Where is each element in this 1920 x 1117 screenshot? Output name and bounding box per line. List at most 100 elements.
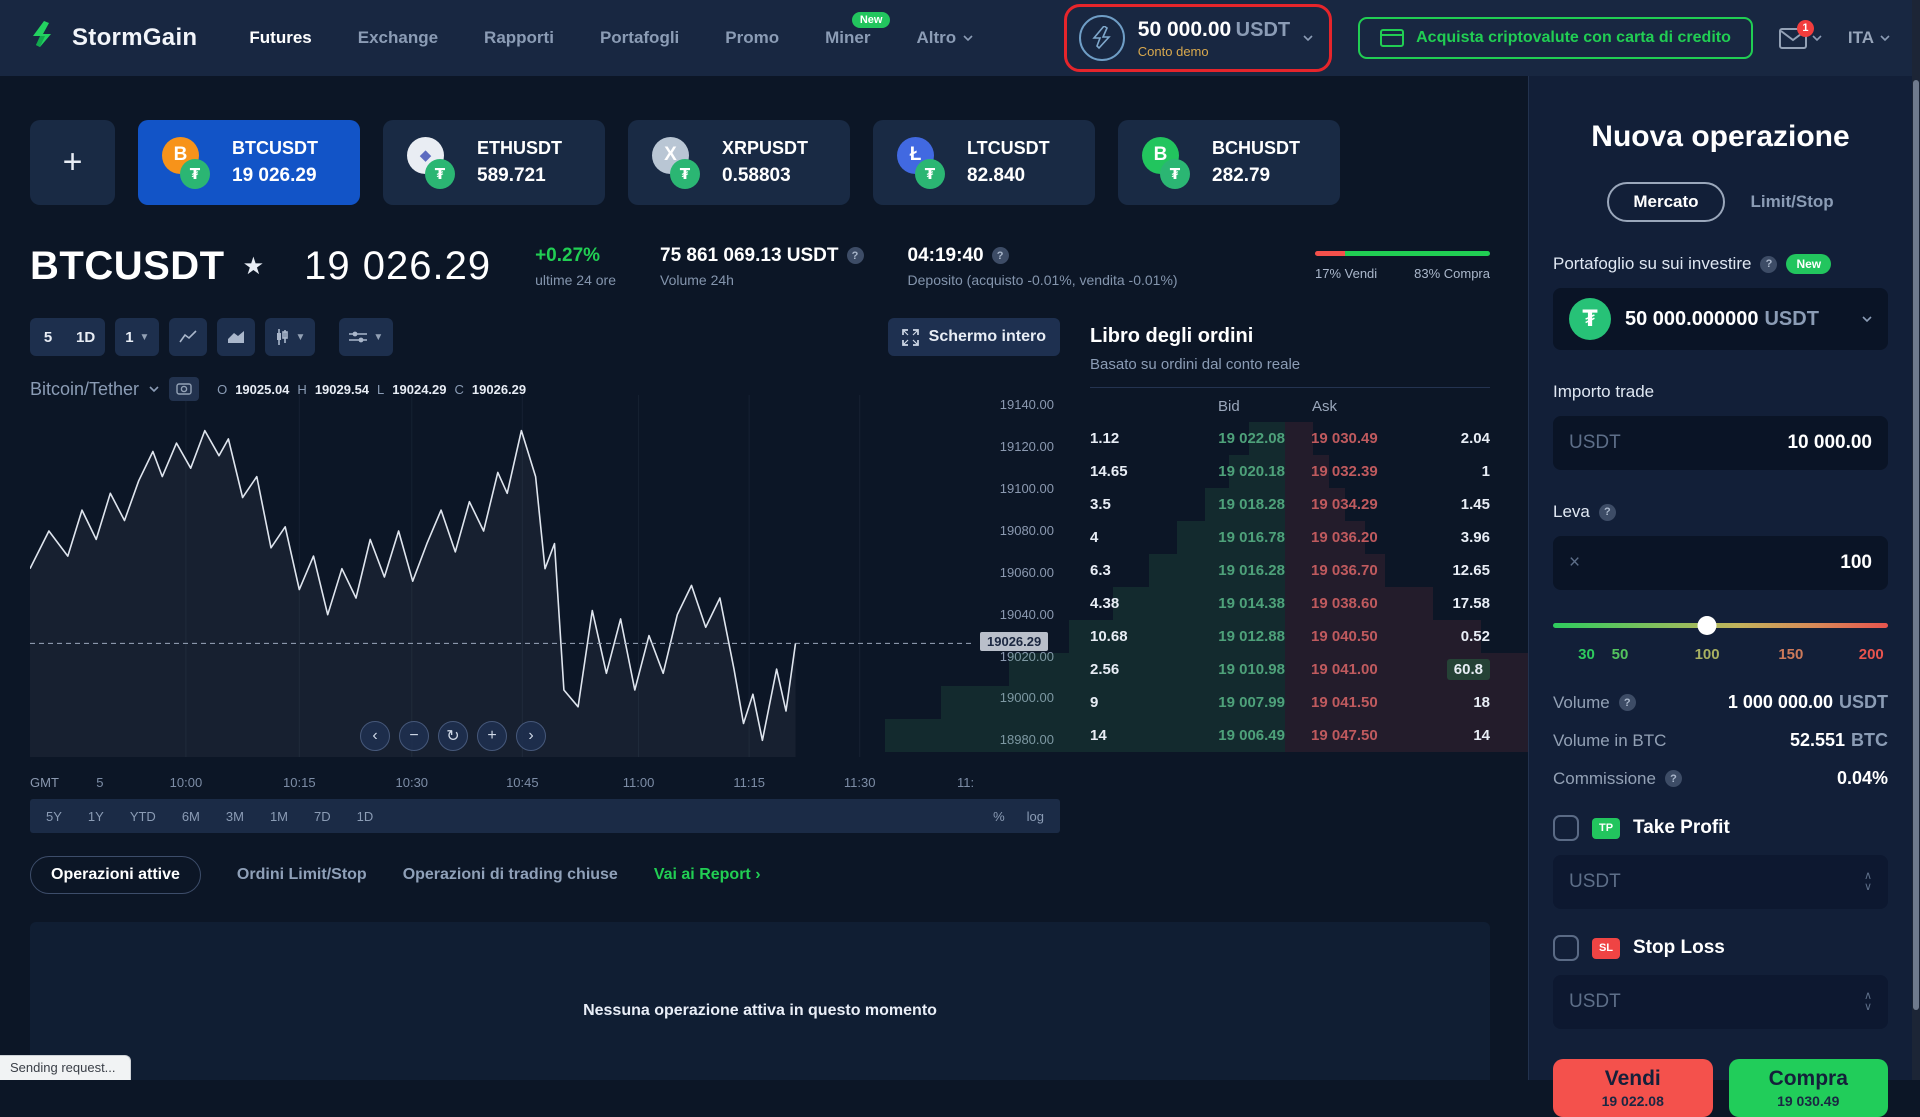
range-button[interactable]: 5Y (46, 809, 62, 824)
chart-nav-button[interactable]: ‹ (360, 721, 390, 751)
timeframe-1d-button[interactable]: 1D (66, 318, 105, 356)
leverage-input[interactable]: × 100 (1553, 536, 1888, 590)
chart-nav-button[interactable]: − (399, 721, 429, 751)
nav-item[interactable]: Portafogli (600, 28, 679, 48)
order-book-row[interactable]: 14 19 006.49 19 047.50 14 (1090, 719, 1490, 752)
help-icon[interactable]: ? (1619, 694, 1636, 711)
slider-label[interactable]: 30 (1578, 646, 1595, 663)
funding-countdown: 04:19:40? Deposito (acquisto -0.01%, ven… (908, 245, 1178, 288)
brand[interactable]: StormGain (30, 21, 197, 55)
volume-value: 75 861 069.13 USDT (660, 245, 839, 267)
order-book-row[interactable]: 2.56 19 010.98 19 041.00 60.8 (1090, 653, 1490, 686)
nav-item[interactable]: Exchange (358, 28, 438, 48)
amount-input[interactable]: USDT 10 000.00 (1553, 416, 1888, 470)
range-button[interactable]: 3M (226, 809, 244, 824)
chart-nav-button[interactable]: › (516, 721, 546, 751)
account-balance-selector[interactable]: 50 000.00 USDT Conto demo (1064, 4, 1332, 72)
sell-button[interactable]: Vendi 19 022.08 (1553, 1059, 1713, 1117)
order-book-row[interactable]: 14.65 19 020.18 19 032.39 1 (1090, 455, 1490, 488)
line-chart-type-button[interactable] (169, 318, 207, 356)
chart-nav-button[interactable]: + (477, 721, 507, 751)
buy-button[interactable]: Compra 19 030.49 (1729, 1059, 1889, 1117)
slider-label[interactable]: 200 (1859, 646, 1884, 663)
snapshot-camera-icon[interactable] (169, 377, 199, 401)
slider-label[interactable]: 100 (1695, 646, 1720, 663)
nav-item[interactable]: Futures (249, 28, 311, 48)
range-button[interactable]: 7D (314, 809, 331, 824)
order-book-row[interactable]: 4.38 19 014.38 19 038.60 17.58 (1090, 587, 1490, 620)
range-button[interactable]: 1M (270, 809, 288, 824)
slider-label[interactable]: 50 (1612, 646, 1629, 663)
order-book-row[interactable]: 4 19 016.78 19 036.20 3.96 (1090, 521, 1490, 554)
positions-tab[interactable]: Operazioni attive (30, 856, 201, 894)
order-book-row[interactable]: 3.5 19 018.28 19 034.29 1.45 (1090, 488, 1490, 521)
log-scale-button[interactable]: log (1027, 809, 1044, 824)
range-button[interactable]: YTD (130, 809, 156, 824)
current-price-tag: 19026.29 (980, 632, 1048, 651)
commission-label: Commissione (1553, 769, 1656, 789)
range-button[interactable]: 1D (357, 809, 374, 824)
reports-link[interactable]: Vai ai Report › (654, 866, 761, 884)
add-instrument-button[interactable]: + (30, 120, 115, 205)
favorite-star-icon[interactable]: ★ (243, 252, 265, 281)
ticker-card[interactable]: B ₮ BCHUSDT 282.79 (1118, 120, 1340, 205)
help-icon[interactable]: ? (1665, 770, 1682, 787)
slider-thumb[interactable] (1698, 616, 1717, 635)
ticker-card[interactable]: Ł ₮ LTCUSDT 82.840 (873, 120, 1095, 205)
notifications-mail[interactable]: 1 (1779, 28, 1822, 49)
pair-name[interactable]: Bitcoin/Tether (30, 379, 139, 400)
nav-item[interactable]: Miner New (825, 28, 870, 48)
positions-tab[interactable]: Ordini Limit/Stop (237, 866, 367, 884)
nav-item[interactable]: Altro (916, 28, 973, 48)
tab-limit-stop[interactable]: Limit/Stop (1751, 192, 1834, 212)
nav-item[interactable]: Promo (725, 28, 779, 48)
bid-price: 19 006.49 (1180, 727, 1285, 744)
scrollbar-thumb[interactable] (1913, 80, 1919, 1010)
order-book-row[interactable]: 9 19 007.99 19 041.50 18 (1090, 686, 1490, 719)
buy-crypto-button[interactable]: Acquista criptovalute con carta di credi… (1358, 17, 1753, 59)
area-chart-type-button[interactable] (217, 318, 255, 356)
positions-tab[interactable]: Operazioni di trading chiuse (403, 866, 618, 884)
stepper-arrows[interactable]: ∧∨ (1864, 992, 1872, 1012)
range-button[interactable]: 6M (182, 809, 200, 824)
chevron-down-icon (1880, 35, 1890, 42)
order-book-row[interactable]: 1.12 19 022.08 19 030.49 2.04 (1090, 422, 1490, 455)
stepper-arrows[interactable]: ∧∨ (1864, 872, 1872, 892)
buy-price: 19 030.49 (1777, 1093, 1839, 1109)
percent-scale-button[interactable]: % (993, 809, 1005, 824)
price-axis-label: 19060.00 (1000, 565, 1054, 580)
chart-plot[interactable] (30, 395, 975, 757)
language-selector[interactable]: ITA (1848, 28, 1890, 48)
ask-volume: 3.96 (1461, 529, 1490, 546)
range-button[interactable]: 1Y (88, 809, 104, 824)
candlestick-type-select[interactable]: ▼ (265, 318, 315, 356)
page-scrollbar[interactable] (1912, 0, 1920, 1080)
order-book-row[interactable]: 6.3 19 016.28 19 036.70 12.65 (1090, 554, 1490, 587)
ticker-card[interactable]: B ₮ BTCUSDT 19 026.29 (138, 120, 360, 205)
leverage-slider[interactable] (1553, 616, 1888, 634)
take-profit-checkbox[interactable] (1553, 815, 1579, 841)
order-book-row[interactable]: 10.68 19 012.88 19 040.50 0.52 (1090, 620, 1490, 653)
tab-market[interactable]: Mercato (1607, 182, 1724, 222)
price-axis-label: 19140.00 (1000, 397, 1054, 412)
indicators-select[interactable]: ▼ (339, 318, 393, 356)
stop-loss-input[interactable]: USDT ∧∨ (1553, 975, 1888, 1029)
take-profit-input[interactable]: USDT ∧∨ (1553, 855, 1888, 909)
help-icon[interactable]: ? (1599, 504, 1616, 521)
help-icon[interactable]: ? (847, 247, 864, 264)
timeframe-5-button[interactable]: 5 (30, 318, 66, 356)
ticker-card[interactable]: X ₮ XRPUSDT 0.58803 (628, 120, 850, 205)
slider-label[interactable]: 150 (1778, 646, 1803, 663)
chart-nav-button[interactable]: ↻ (438, 721, 468, 751)
ticker-card[interactable]: ◆ ₮ ETHUSDT 589.721 (383, 120, 605, 205)
stop-loss-checkbox[interactable] (1553, 935, 1579, 961)
interval-select[interactable]: 1▼ (115, 318, 159, 356)
nav-item[interactable]: Rapporti (484, 28, 554, 48)
slider-track[interactable] (1553, 623, 1888, 628)
help-icon[interactable]: ? (1760, 256, 1777, 273)
wallet-select[interactable]: ₮ 50 000.000000USDT (1553, 288, 1888, 350)
time-axis[interactable]: 5 10:00 10:15 10:30 10:45 11:00 11:15 11… (30, 775, 975, 793)
fullscreen-button[interactable]: Schermo intero (888, 318, 1060, 356)
help-icon[interactable]: ? (992, 247, 1009, 264)
ask-volume: 14 (1473, 727, 1490, 744)
